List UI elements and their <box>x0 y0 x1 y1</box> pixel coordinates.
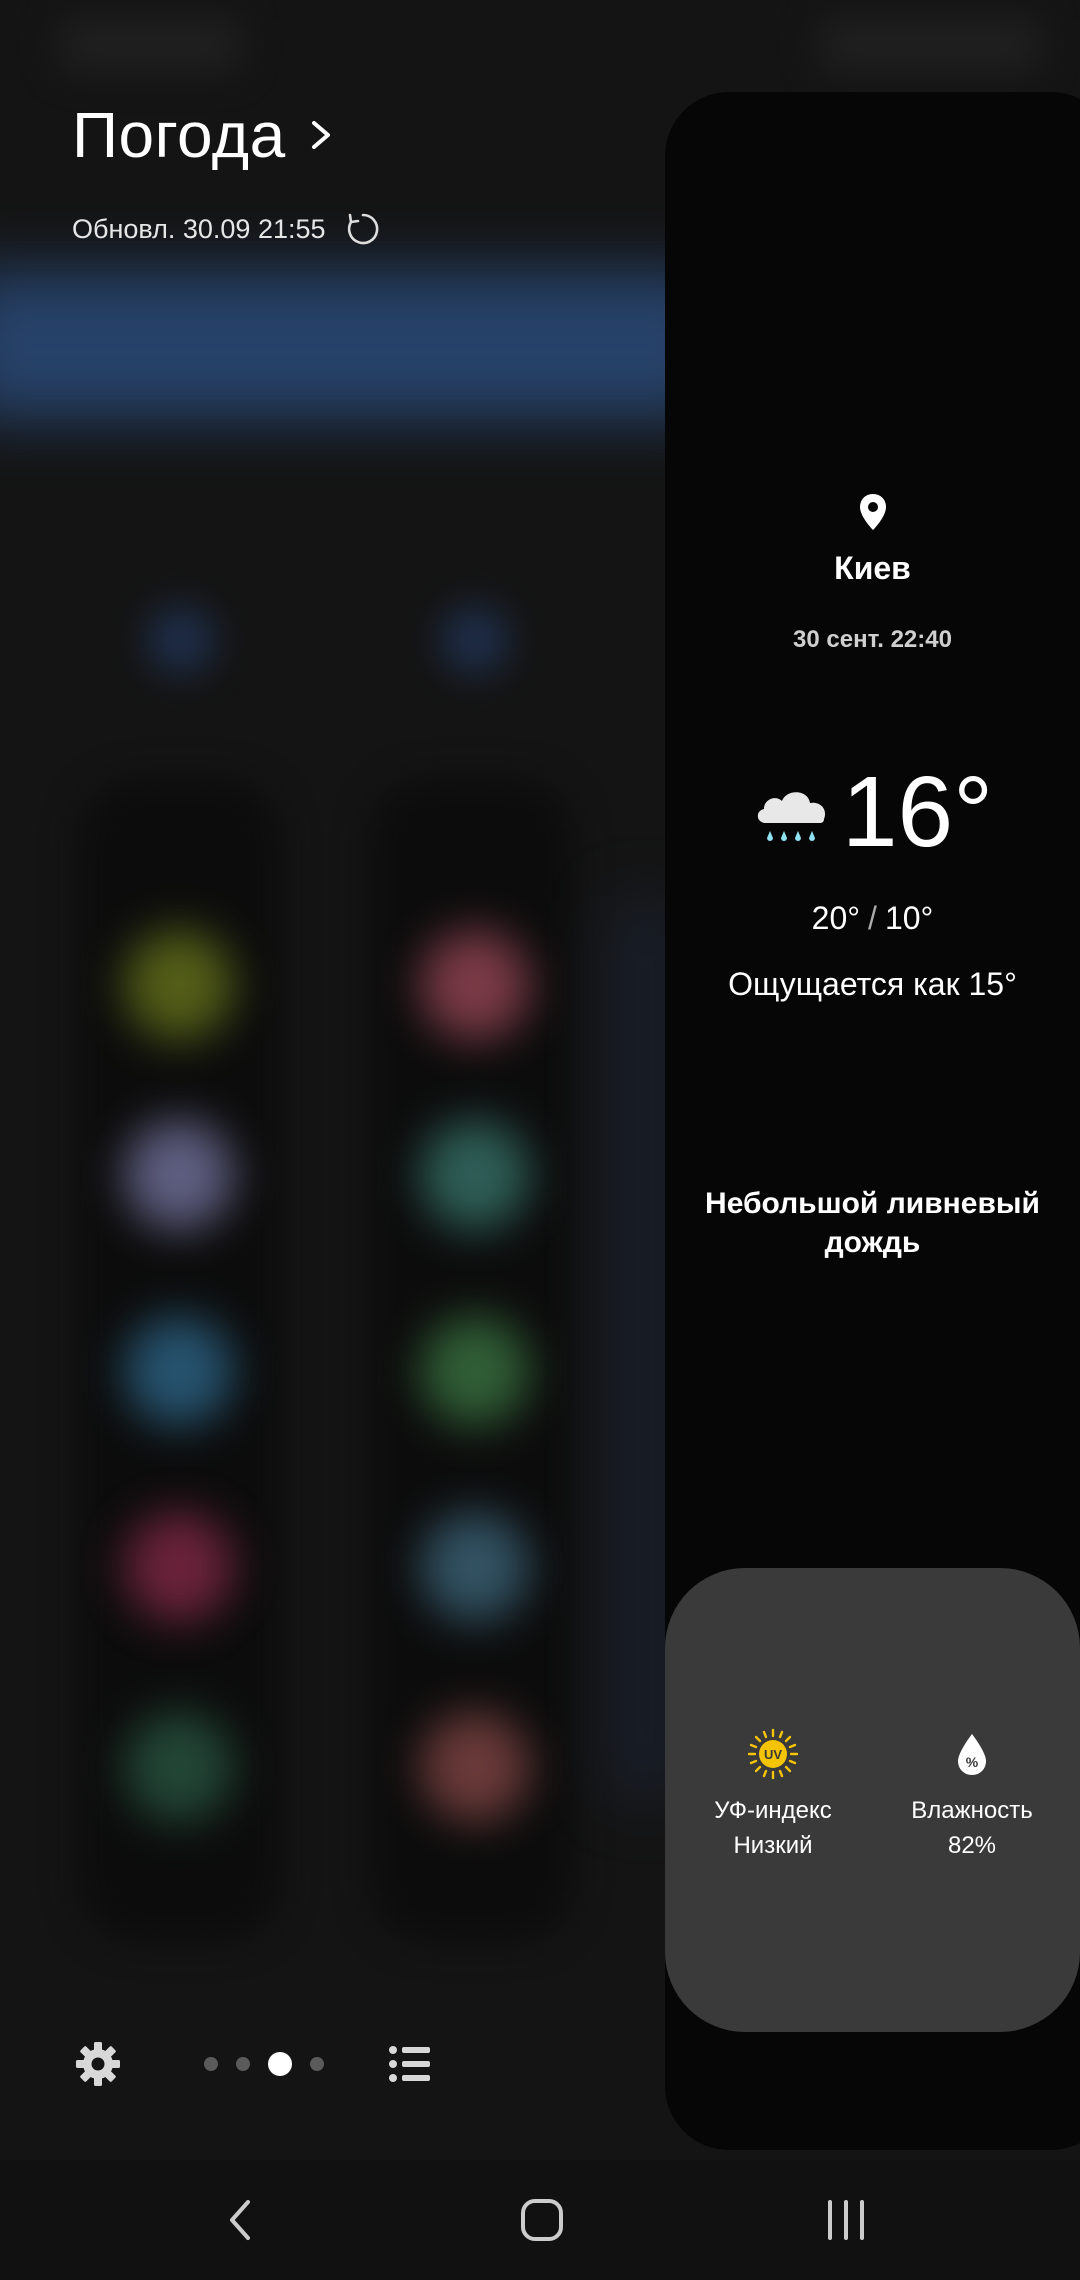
navigation-bar <box>0 2160 1080 2280</box>
screen: Погода Обновл. 30.09 21:55 Киев 30 сент.… <box>0 0 1080 2280</box>
humidity-label: Влажность <box>911 1797 1033 1824</box>
current-temperature-row: 16° <box>665 762 1080 862</box>
home-icon[interactable] <box>510 2188 574 2252</box>
page-dot[interactable] <box>236 2057 250 2071</box>
uv-index-icon: UV <box>747 1728 799 1780</box>
blurred-dot <box>440 605 510 675</box>
humidity-detail: % Влажность 82% <box>872 1728 1072 1864</box>
observation-time: 30 сент. 22:40 <box>793 626 952 653</box>
update-status: Обновл. 30.09 21:55 <box>72 210 382 248</box>
city-name: Киев <box>834 550 911 586</box>
blurred-banner <box>0 270 720 420</box>
page-title: Погода <box>72 99 286 171</box>
weather-details-card: UV УФ-индекс Низкий % Влажность 82% <box>665 1568 1080 2032</box>
uv-index-detail: UV УФ-индекс Низкий <box>673 1728 873 1864</box>
list-icon[interactable] <box>388 2044 432 2084</box>
blurred-app <box>124 1512 234 1622</box>
blurred-app <box>124 1120 234 1230</box>
page-dot[interactable] <box>310 2057 324 2071</box>
high-temperature: 20° <box>811 900 861 936</box>
temperature-separator: / <box>868 900 877 936</box>
blurred-dot <box>146 605 216 675</box>
humidity-drop-icon: % <box>958 1734 986 1775</box>
page-indicator[interactable] <box>204 2052 324 2076</box>
location-pin-icon <box>860 494 886 530</box>
chevron-right-icon <box>311 121 330 149</box>
page-dot[interactable] <box>204 2057 218 2071</box>
blurred-app <box>420 1712 530 1822</box>
refresh-icon[interactable] <box>344 210 382 248</box>
page-dot-active[interactable] <box>268 2052 292 2076</box>
update-time: Обновл. 30.09 21:55 <box>72 213 326 244</box>
uv-icon-text: UV <box>764 1747 782 1762</box>
temperature-value: 16° <box>841 756 994 868</box>
recent-apps-icon[interactable] <box>814 2188 878 2252</box>
weather-edge-panel[interactable]: Киев 30 сент. 22:40 16° 20°/10° Ощущаетс… <box>665 92 1080 2150</box>
humidity-icon-text: % <box>966 1754 979 1770</box>
back-icon[interactable] <box>210 2188 274 2252</box>
weather-title-link[interactable]: Погода <box>72 98 342 172</box>
humidity-value: 82% <box>947 1831 997 1859</box>
uv-index-label: УФ-индекс <box>714 1797 832 1824</box>
blurred-app <box>420 1316 530 1426</box>
low-temperature: 10° <box>884 900 934 936</box>
blurred-app <box>420 930 530 1040</box>
high-low-temperature: 20°/10° <box>665 900 1080 937</box>
blurred-app <box>124 1316 234 1426</box>
gear-icon[interactable] <box>74 2040 122 2088</box>
rain-cloud-icon <box>757 792 825 841</box>
feels-like-temperature: Ощущается как 15° <box>728 966 1017 1002</box>
blurred-status-item <box>60 20 240 70</box>
blurred-status-item <box>820 20 1040 70</box>
blurred-app <box>124 930 234 1040</box>
blurred-app <box>124 1712 234 1822</box>
uv-index-value: Низкий <box>733 1831 813 1859</box>
blurred-app <box>420 1120 530 1230</box>
blurred-app <box>420 1512 530 1622</box>
weather-condition: Небольшой ливневый дождь <box>705 1187 1040 1259</box>
